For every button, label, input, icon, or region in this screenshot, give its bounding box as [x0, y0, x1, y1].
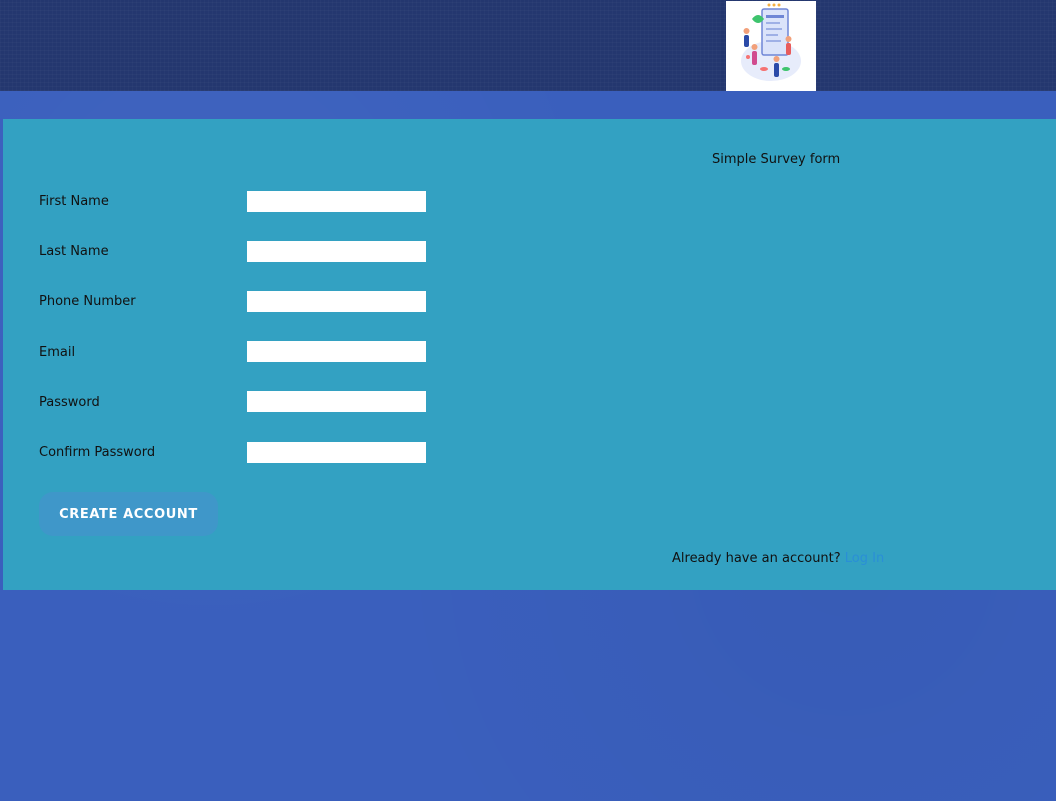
- login-prompt: Already have an account? Log In: [672, 551, 884, 566]
- form-title: Simple Survey form: [712, 152, 841, 167]
- login-link[interactable]: Log In: [845, 551, 884, 566]
- email-label: Email: [39, 345, 76, 360]
- confirm-password-input[interactable]: [247, 442, 426, 463]
- first-name-input[interactable]: [247, 191, 426, 212]
- login-prompt-text: Already have an account?: [672, 551, 845, 566]
- last-name-label: Last Name: [39, 244, 109, 259]
- password-label: Password: [39, 395, 100, 410]
- first-name-label: First Name: [39, 194, 109, 209]
- email-input[interactable]: [247, 341, 426, 362]
- signup-form: Simple Survey form First Name Last Name …: [3, 119, 1056, 590]
- phone-number-label: Phone Number: [39, 294, 136, 309]
- create-account-button[interactable]: CREATE ACCOUNT: [39, 492, 218, 536]
- confirm-password-label: Confirm Password: [39, 445, 156, 460]
- password-input[interactable]: [247, 391, 426, 412]
- phone-number-input[interactable]: [247, 291, 426, 312]
- top-header: [0, 0, 1056, 91]
- last-name-input[interactable]: [247, 241, 426, 262]
- survey-illustration-icon: [726, 1, 816, 91]
